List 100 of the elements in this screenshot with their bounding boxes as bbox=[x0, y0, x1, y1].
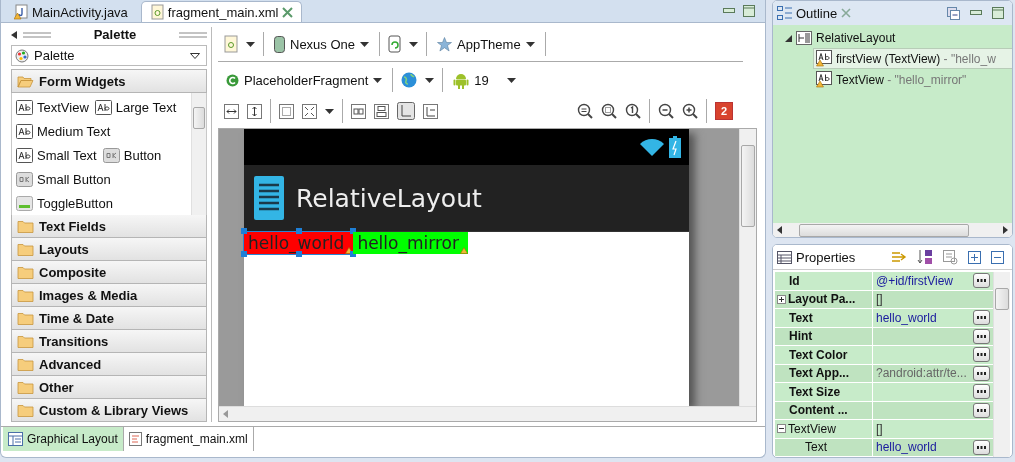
maximize-icon[interactable] bbox=[743, 5, 755, 17]
rotate-icon[interactable] bbox=[388, 35, 402, 53]
caret-icon[interactable] bbox=[325, 108, 334, 114]
selection-handle[interactable] bbox=[241, 228, 247, 234]
palette-dropdown[interactable]: Palette bbox=[11, 45, 207, 66]
globe-icon[interactable] bbox=[401, 72, 418, 88]
caret-icon[interactable] bbox=[373, 77, 383, 83]
property-value[interactable]: @+id/firstView bbox=[873, 272, 973, 290]
zoom-to-fit-icon[interactable] bbox=[577, 103, 593, 119]
close-icon[interactable] bbox=[282, 6, 294, 18]
scrollbar[interactable] bbox=[993, 272, 1010, 457]
expand-all-icon[interactable] bbox=[968, 250, 981, 264]
text-view-icon bbox=[16, 124, 33, 140]
palette-category[interactable]: Other bbox=[11, 376, 207, 399]
more-button[interactable] bbox=[973, 365, 990, 381]
filter-icon[interactable] bbox=[943, 249, 958, 265]
expand-icon[interactable] bbox=[302, 103, 317, 119]
expand-icon[interactable] bbox=[777, 294, 786, 304]
device-dropdown[interactable]: Nexus One bbox=[272, 33, 372, 55]
palette-item[interactable]: Large Text bbox=[94, 100, 177, 116]
sort-icon[interactable] bbox=[917, 249, 933, 265]
collapse-icon[interactable] bbox=[777, 424, 786, 434]
text-view[interactable]: hello_mirror bbox=[353, 232, 468, 254]
layout-icon[interactable] bbox=[423, 103, 438, 119]
palette-category[interactable]: Composite bbox=[11, 261, 207, 284]
property-value[interactable]: hello_world bbox=[873, 438, 973, 456]
property-value[interactable]: hello_world bbox=[873, 309, 973, 327]
expanded-arrow-icon[interactable] bbox=[785, 34, 792, 42]
caret-icon[interactable] bbox=[246, 41, 255, 47]
fit-width-icon[interactable] bbox=[224, 103, 239, 119]
editor-tab[interactable]: fragment_main.xml bbox=[140, 1, 303, 22]
collapse-arrow-icon[interactable] bbox=[11, 30, 17, 39]
zoom-out-icon[interactable] bbox=[658, 103, 674, 119]
palette-category[interactable]: Advanced bbox=[11, 353, 207, 376]
more-button[interactable] bbox=[973, 273, 990, 288]
zoom-in-icon[interactable] bbox=[682, 103, 698, 119]
tree-item[interactable]: TextView - "hello_mirror" bbox=[813, 69, 1012, 90]
palette-category[interactable]: Layouts bbox=[11, 238, 207, 261]
caret-icon[interactable] bbox=[525, 41, 535, 47]
minimize-icon[interactable] bbox=[723, 8, 735, 14]
caret-icon[interactable] bbox=[360, 41, 370, 47]
dropdown-arrow-icon[interactable] bbox=[190, 52, 200, 59]
activity-dropdown[interactable]: PlaceholderFragment bbox=[224, 70, 385, 90]
palette-item[interactable]: Medium Text bbox=[16, 124, 111, 140]
minimize-icon[interactable] bbox=[970, 10, 982, 16]
palette-category[interactable]: Form Widgets bbox=[11, 69, 207, 93]
property-value[interactable]: [] bbox=[873, 420, 973, 438]
selection-handle[interactable] bbox=[241, 251, 247, 257]
palette-item[interactable]: Button bbox=[102, 148, 162, 163]
palette-item[interactable]: Small Text bbox=[16, 148, 97, 163]
palette-category[interactable]: Time & Date bbox=[11, 307, 207, 330]
property-name: Text bbox=[775, 309, 873, 327]
scrollbar[interactable] bbox=[219, 406, 756, 421]
more-button[interactable] bbox=[973, 402, 990, 418]
palette-item[interactable]: ToggleButton bbox=[16, 195, 113, 211]
api-level-dropdown[interactable]: 19 bbox=[451, 69, 518, 91]
scroll-left-icon[interactable] bbox=[777, 226, 782, 234]
more-button[interactable] bbox=[973, 439, 990, 455]
caret-icon[interactable] bbox=[409, 41, 419, 47]
palette-item[interactable]: TextView bbox=[16, 100, 89, 116]
maximize-icon[interactable] bbox=[992, 7, 1004, 19]
warning-icon bbox=[345, 247, 354, 254]
layout-icon[interactable] bbox=[351, 103, 366, 119]
palette-category[interactable]: Text Fields bbox=[11, 215, 207, 238]
selection-handle[interactable] bbox=[295, 228, 302, 234]
zoom-to-screen-icon[interactable] bbox=[601, 103, 617, 119]
collapse-all-icon[interactable] bbox=[947, 6, 960, 20]
editor-mode-tab[interactable]: Graphical Layout bbox=[3, 427, 124, 451]
more-button[interactable] bbox=[973, 310, 990, 325]
layout-icon[interactable] bbox=[397, 102, 415, 120]
layout-icon[interactable] bbox=[374, 103, 389, 119]
dotted-square-icon[interactable] bbox=[279, 103, 294, 119]
more-button[interactable] bbox=[973, 328, 990, 344]
scrollbar[interactable] bbox=[191, 93, 206, 215]
tree-item[interactable]: firstView (TextView) - "hello_w bbox=[813, 48, 1012, 69]
collapse-all-icon[interactable] bbox=[991, 250, 1004, 264]
editor-tab[interactable]: MainActivity.java bbox=[5, 1, 137, 22]
actual-size-icon[interactable] bbox=[625, 103, 641, 119]
scrollbar[interactable] bbox=[739, 129, 756, 406]
show-advanced-icon[interactable] bbox=[891, 250, 907, 264]
palette-category[interactable]: Custom & Library Views bbox=[11, 399, 207, 422]
ellipsis-icon bbox=[977, 408, 986, 412]
layout-file-icon[interactable] bbox=[224, 35, 238, 53]
tree-item[interactable]: RelativeLayout bbox=[785, 28, 1012, 48]
more-button[interactable] bbox=[973, 347, 990, 362]
error-count-badge[interactable]: 2 bbox=[715, 102, 733, 120]
fit-height-icon[interactable] bbox=[247, 103, 262, 119]
palette-category[interactable]: Transitions bbox=[11, 330, 207, 353]
property-name: Text bbox=[775, 438, 873, 456]
theme-dropdown[interactable]: AppTheme bbox=[435, 34, 537, 54]
scrollbar[interactable] bbox=[773, 223, 1012, 237]
caret-icon[interactable] bbox=[506, 77, 516, 83]
property-value[interactable]: [] bbox=[873, 290, 973, 308]
more-button[interactable] bbox=[973, 384, 990, 399]
scroll-right-icon[interactable] bbox=[1003, 226, 1008, 234]
palette-item[interactable]: Small Button bbox=[16, 171, 111, 187]
palette-category[interactable]: Images & Media bbox=[11, 284, 207, 307]
property-name: Content ... bbox=[775, 401, 873, 419]
caret-icon[interactable] bbox=[425, 77, 435, 83]
property-value[interactable]: ?android:attr/te... bbox=[873, 364, 973, 382]
